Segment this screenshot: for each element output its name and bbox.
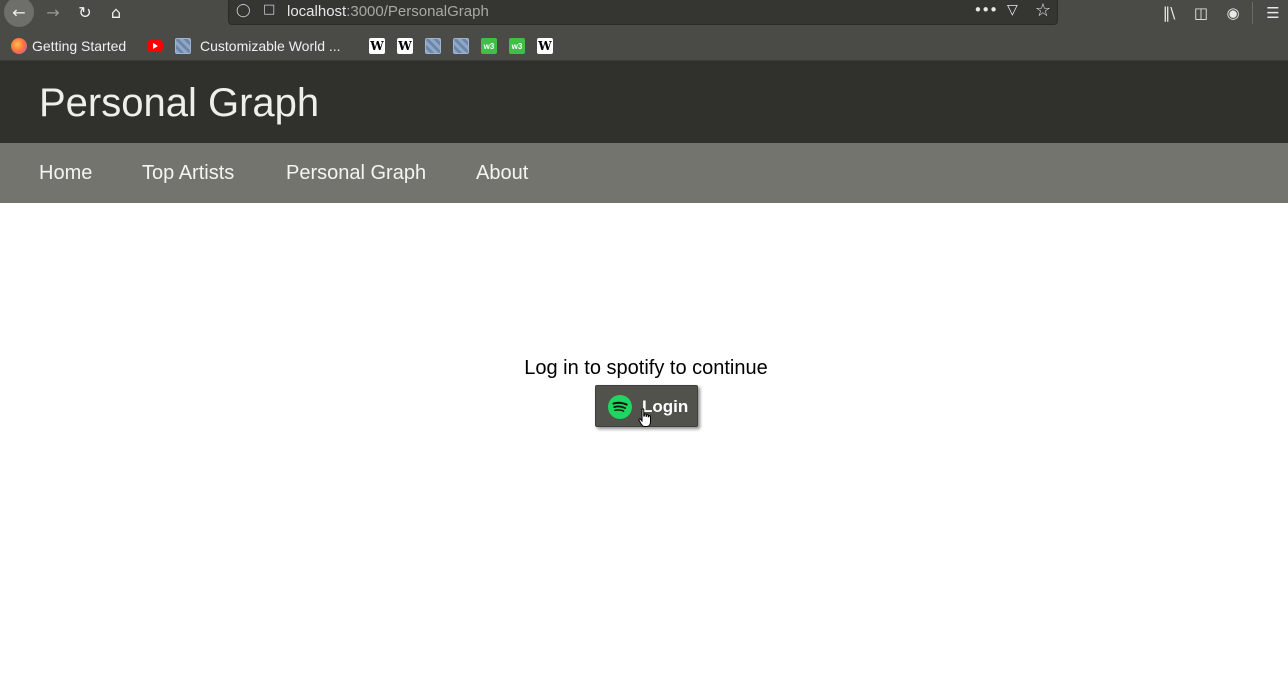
back-button[interactable]: ← (4, 0, 34, 27)
reload-button[interactable]: ↻ (70, 0, 100, 24)
bookmark-youtube[interactable] (147, 37, 168, 55)
forward-button[interactable]: → (38, 0, 68, 24)
nav-item-personal-graph[interactable]: Personal Graph (286, 162, 426, 185)
reload-icon: ↻ (78, 2, 92, 22)
firefox-icon (11, 38, 27, 54)
globe-icon (425, 38, 441, 54)
library-icon[interactable]: ‖\ (1158, 2, 1180, 24)
nav-item-home[interactable]: Home (39, 162, 92, 185)
globe-icon (453, 38, 469, 54)
url-text[interactable]: localhost:3000/PersonalGraph (287, 3, 489, 20)
nav-item-about[interactable]: About (476, 162, 528, 185)
bookmark-globe[interactable] (425, 37, 446, 55)
bookmark-label: Customizable World ... (200, 38, 341, 54)
bookmarks-bar: Getting Started Customizable World ... W… (0, 30, 1288, 61)
bookmark-wikipedia[interactable]: W (397, 37, 418, 55)
wikipedia-icon: W (369, 38, 385, 54)
toolbar-divider (1252, 2, 1253, 24)
pocket-icon[interactable]: ▽ (1007, 2, 1025, 20)
home-icon: ⌂ (110, 2, 122, 22)
w3schools-icon: w3 (481, 38, 497, 54)
w3schools-icon: w3 (509, 38, 525, 54)
bookmark-wikipedia[interactable]: W (369, 37, 390, 55)
spotify-icon (608, 395, 632, 419)
wikipedia-icon: W (397, 38, 413, 54)
arrow-left-icon: ← (12, 2, 26, 22)
globe-icon (175, 38, 191, 54)
arrow-right-icon: → (46, 2, 60, 22)
bookmark-wikipedia[interactable]: W (537, 37, 558, 55)
url-path: :3000/PersonalGraph (346, 3, 489, 20)
bookmark-getting-started[interactable]: Getting Started (11, 37, 126, 55)
shield-icon[interactable]: ◯ (236, 3, 251, 19)
main-content: Log in to spotify to continue Login (0, 203, 1288, 696)
ellipsis-icon[interactable]: ••• (973, 1, 998, 19)
home-button[interactable]: ⌂ (101, 0, 131, 24)
page-title: Personal Graph (39, 81, 320, 125)
bookmark-w3schools[interactable]: w3 (481, 37, 502, 55)
account-icon[interactable]: ◉ (1222, 2, 1244, 24)
bookmark-w3schools[interactable]: w3 (509, 37, 530, 55)
url-bar[interactable]: ◯ □ localhost:3000/PersonalGraph ••• ▽ ☆ (228, 0, 1058, 25)
hamburger-menu-icon[interactable]: ☰ (1262, 2, 1284, 24)
hand-cursor-icon (638, 408, 651, 427)
wikipedia-icon: W (537, 38, 553, 54)
login-prompt: Log in to spotify to continue (524, 357, 768, 379)
nav-item-top-artists[interactable]: Top Artists (142, 162, 234, 185)
page-icon: □ (263, 2, 276, 17)
url-host: localhost (287, 3, 347, 20)
bookmark-customizable-world[interactable]: Customizable World ... (175, 37, 341, 55)
bookmark-label: Getting Started (32, 38, 127, 54)
bookmark-globe[interactable] (453, 37, 474, 55)
star-icon[interactable]: ☆ (1035, 0, 1051, 21)
sidebar-icon[interactable]: ◫ (1190, 2, 1212, 24)
youtube-icon (147, 40, 163, 52)
browser-toolbar: ← → ↻ ⌂ ◯ □ localhost:3000/PersonalGraph… (0, 0, 1288, 30)
site-nav: Home Top Artists Personal Graph About (0, 143, 1288, 203)
site-header: Personal Graph (0, 61, 1288, 143)
